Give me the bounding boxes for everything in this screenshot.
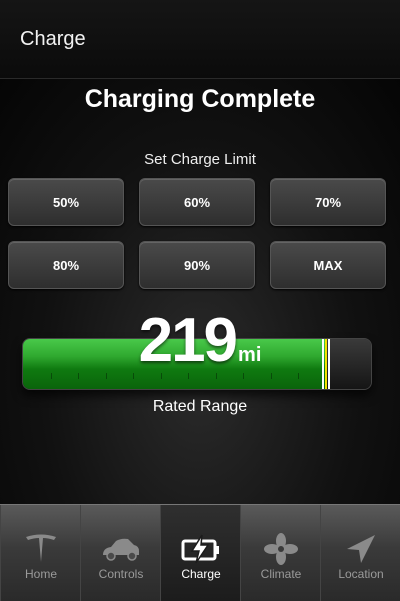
tab-home[interactable]: Home	[0, 505, 81, 601]
tab-controls-label: Controls	[98, 567, 144, 581]
charge-limit-70-button[interactable]: 70%	[270, 178, 386, 226]
tesla-logo-icon	[26, 534, 56, 562]
rated-range-value: 219 mi	[0, 305, 400, 376]
charge-panel: Charging Complete Set Charge Limit 50% 6…	[0, 79, 400, 504]
tab-charge-label: Charge	[181, 567, 221, 581]
rated-range-label: Rated Range	[152, 398, 248, 415]
charge-limit-90-button[interactable]: 90%	[139, 241, 255, 289]
location-arrow-icon	[347, 535, 375, 563]
car-icon	[103, 538, 139, 561]
tab-location-label: Location	[338, 567, 384, 581]
battery-charge-icon	[181, 534, 219, 564]
tab-bar: Home Controls Charge Climate Location	[0, 504, 400, 601]
range-unit: mi	[238, 344, 262, 366]
range-number: 219	[138, 306, 238, 375]
tab-home-label: Home	[24, 567, 57, 581]
charge-limit-max-button[interactable]: MAX	[270, 241, 386, 289]
tab-climate-label: Climate	[260, 567, 302, 581]
charge-limit-80-button[interactable]: 80%	[8, 241, 124, 289]
charge-status: Charging Complete	[84, 85, 316, 113]
charge-limit-50-button[interactable]: 50%	[8, 178, 124, 226]
page-title: Charge	[20, 28, 86, 50]
tab-climate[interactable]: Climate	[240, 505, 321, 601]
header-bar: Charge	[0, 0, 400, 79]
tab-controls[interactable]: Controls	[80, 505, 161, 601]
charge-limit-60-button[interactable]: 60%	[139, 178, 255, 226]
tab-location[interactable]: Location	[320, 505, 400, 601]
charge-limit-label: Set Charge Limit	[144, 151, 256, 168]
tab-charge[interactable]: Charge	[160, 505, 241, 601]
fan-icon	[264, 533, 298, 565]
